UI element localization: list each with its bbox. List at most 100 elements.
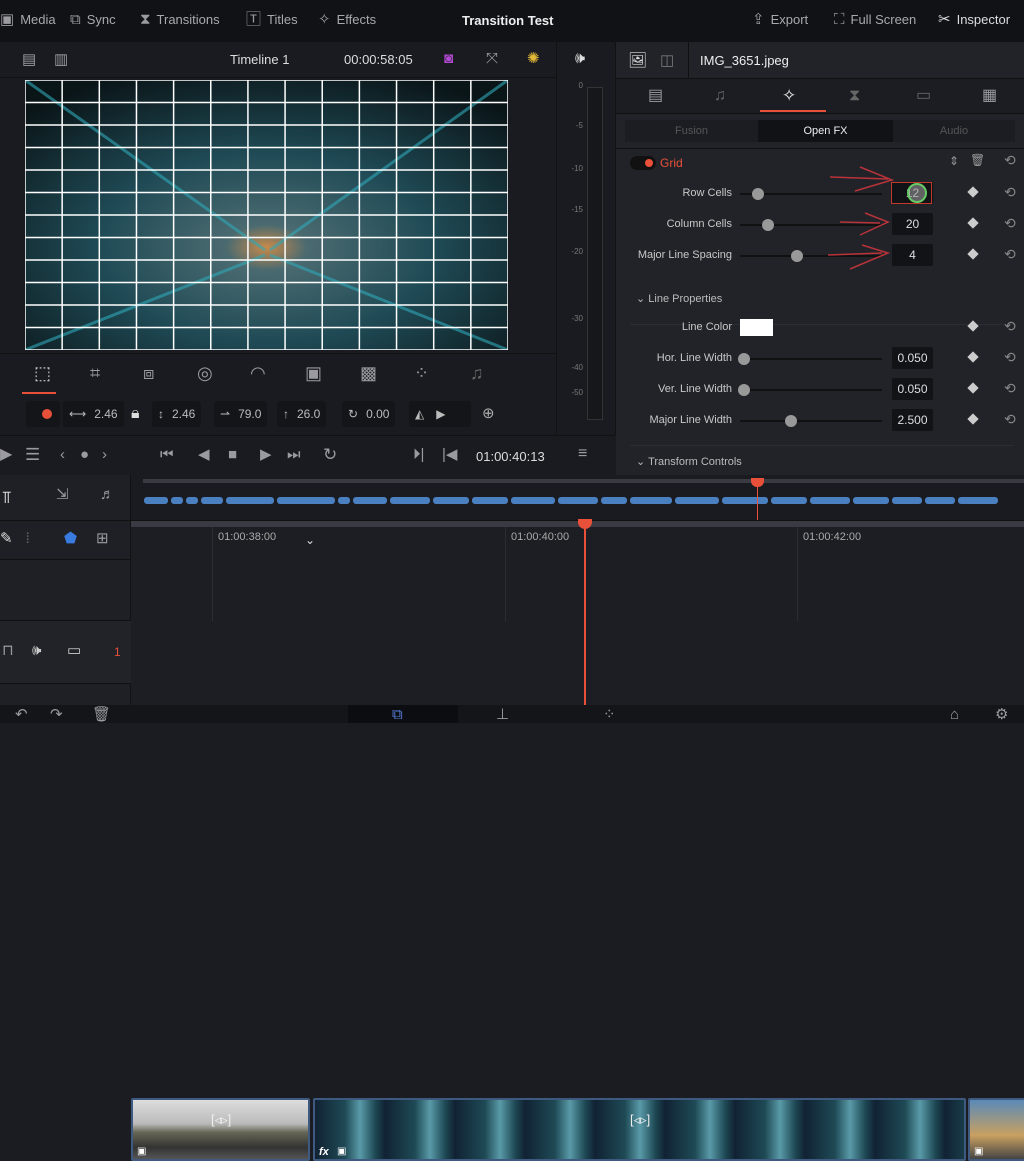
transform-overlay-icon[interactable]: ⤧: [486, 51, 498, 66]
clip-segment[interactable]: [630, 497, 672, 504]
reset-icon[interactable]: ⟲: [1004, 184, 1016, 201]
slider-track[interactable]: [740, 420, 882, 422]
clip-bridge[interactable]: fx ▣ [◃▹]: [313, 1098, 966, 1161]
zoom-x-field[interactable]: ⟷ 2.46: [63, 401, 124, 427]
tab-effects-icon[interactable]: ✧: [782, 87, 796, 104]
keyframe-icon[interactable]: [967, 351, 979, 363]
skip-end-icon[interactable]: ⏭: [287, 447, 301, 462]
effects-button[interactable]: ✧ Effects: [318, 12, 376, 27]
transitions-button[interactable]: ⧗ Transitions: [140, 12, 220, 27]
transform-tool-icon[interactable]: ⬚: [34, 364, 51, 382]
position-y-field[interactable]: ↑ 26.0: [277, 401, 327, 427]
keyframe-icon[interactable]: [967, 382, 979, 394]
mark-out-icon[interactable]: |◀: [442, 447, 457, 462]
undo-icon[interactable]: ↶: [15, 707, 28, 722]
track-lock-tool-icon[interactable]: ⫪: [2, 489, 12, 506]
keyframe-icon[interactable]: [967, 413, 979, 425]
mark-in-icon[interactable]: ⏵|: [413, 447, 424, 462]
track-video-icon[interactable]: ▭: [67, 643, 81, 658]
clip-segment[interactable]: [853, 497, 889, 504]
redo-icon[interactable]: ↷: [50, 707, 63, 722]
cut-page-tab[interactable]: ⧉: [348, 705, 458, 723]
clip-segment[interactable]: [433, 497, 469, 504]
transform-toggle[interactable]: [26, 401, 60, 427]
fullscreen-button[interactable]: ⛶ Full Screen: [834, 12, 916, 27]
grid-enable-toggle[interactable]: [630, 156, 656, 170]
dots-icon[interactable]: ⁘: [414, 364, 429, 382]
line-color-swatch[interactable]: [740, 319, 773, 336]
track-lock-icon[interactable]: ⊓: [2, 643, 14, 658]
zoom-y-field[interactable]: ↕ 2.46: [152, 401, 202, 427]
flip-horizontal-icon[interactable]: ◭: [415, 407, 424, 421]
image-icon[interactable]: 🖼︎: [628, 51, 647, 69]
keyframe-icon[interactable]: [967, 248, 979, 260]
color-sparkle-icon[interactable]: ✺: [527, 51, 540, 66]
adjust-sliders-icon[interactable]: ☰: [25, 446, 40, 463]
color-page-icon[interactable]: ⁘: [603, 707, 616, 722]
slider-handle[interactable]: [785, 415, 798, 427]
stop-icon[interactable]: ■: [228, 447, 237, 462]
clip-segment[interactable]: [338, 497, 350, 504]
mini-timeline[interactable]: [131, 475, 1024, 521]
reorder-icon[interactable]: ⇕: [949, 154, 959, 168]
reset-icon[interactable]: ⟲: [1004, 411, 1016, 428]
clip-segment[interactable]: [601, 497, 627, 504]
clip-segment[interactable]: [722, 497, 768, 504]
value-field[interactable]: 0.050: [892, 378, 933, 400]
filmstrip-icon[interactable]: ▥: [54, 52, 68, 67]
clip-segment[interactable]: [226, 497, 274, 504]
clip-segment[interactable]: [353, 497, 387, 504]
safe-area-icon[interactable]: ▤: [22, 52, 36, 67]
insert-audio-icon[interactable]: ♬: [100, 487, 115, 502]
reset-icon[interactable]: ⟲: [1004, 349, 1016, 366]
split-view-icon[interactable]: ◫: [660, 51, 674, 69]
clip-segment[interactable]: [771, 497, 807, 504]
lock-icon[interactable]: 🔒︎: [131, 405, 140, 423]
marker-flag-icon[interactable]: ⬟: [64, 531, 77, 546]
chevron-down-icon[interactable]: ⌄: [305, 533, 315, 547]
settings-gear-icon[interactable]: ⚙: [995, 707, 1008, 722]
line-properties-header[interactable]: ⌄ Line Properties: [636, 292, 722, 305]
lens-icon[interactable]: ▩: [360, 364, 377, 382]
edit-page-icon[interactable]: ⊥: [496, 707, 509, 722]
inspector-button[interactable]: ✂ Inspector: [938, 12, 1010, 27]
audio-tool-icon[interactable]: ♫: [470, 364, 484, 382]
menu-icon[interactable]: ≡: [578, 446, 587, 462]
clip-segment[interactable]: [892, 497, 922, 504]
clip-segment[interactable]: [511, 497, 555, 504]
slider-handle[interactable]: [738, 384, 751, 396]
reset-effect-icon[interactable]: ⟲: [1004, 152, 1016, 169]
clip-segment[interactable]: [675, 497, 719, 504]
stabilize-icon[interactable]: ▣: [305, 364, 322, 382]
play-reverse-icon[interactable]: ◀: [198, 447, 210, 462]
keyframe-dot-icon[interactable]: ●: [80, 447, 89, 462]
dynamic-zoom-icon[interactable]: ⧈: [143, 364, 154, 382]
slider-handle[interactable]: [762, 219, 775, 231]
keyframe-icon[interactable]: [967, 186, 979, 198]
loop-icon[interactable]: ↻: [323, 446, 337, 463]
timeline-name[interactable]: Timeline 1: [230, 52, 289, 67]
clip-segment[interactable]: [558, 497, 598, 504]
add-track-icon[interactable]: ⊞: [96, 531, 109, 546]
transform-controls-header[interactable]: ⌄ Transform Controls: [636, 455, 742, 468]
keyframe-icon[interactable]: [967, 320, 979, 332]
value-field[interactable]: 0.050: [892, 347, 933, 369]
media-button[interactable]: ▣ Media: [0, 12, 56, 27]
reset-icon[interactable]: ⟲: [1004, 246, 1016, 263]
slider-handle[interactable]: [790, 250, 803, 262]
tab-audio-icon[interactable]: ♫: [714, 88, 726, 104]
subtab-audio[interactable]: Audio: [893, 125, 1015, 137]
clip-mountains[interactable]: [◃▹] ▣: [131, 1098, 310, 1161]
insert-video-icon[interactable]: ⇲: [56, 487, 69, 502]
position-x-field[interactable]: ⇀ 79.0: [214, 401, 268, 427]
tab-video-icon[interactable]: ▤: [648, 88, 663, 104]
blade-icon[interactable]: ✎: [0, 531, 13, 546]
tab-transition-icon[interactable]: ⧗: [849, 88, 860, 104]
clip-segment[interactable]: [810, 497, 850, 504]
tab-file-icon[interactable]: ▦: [982, 88, 997, 104]
camera-icon[interactable]: ◙: [444, 51, 453, 66]
slider-track[interactable]: [740, 358, 882, 360]
speed-icon[interactable]: ◠: [250, 364, 266, 382]
trash-icon[interactable]: 🗑︎: [970, 153, 985, 167]
reset-icon[interactable]: ⟲: [1004, 215, 1016, 232]
